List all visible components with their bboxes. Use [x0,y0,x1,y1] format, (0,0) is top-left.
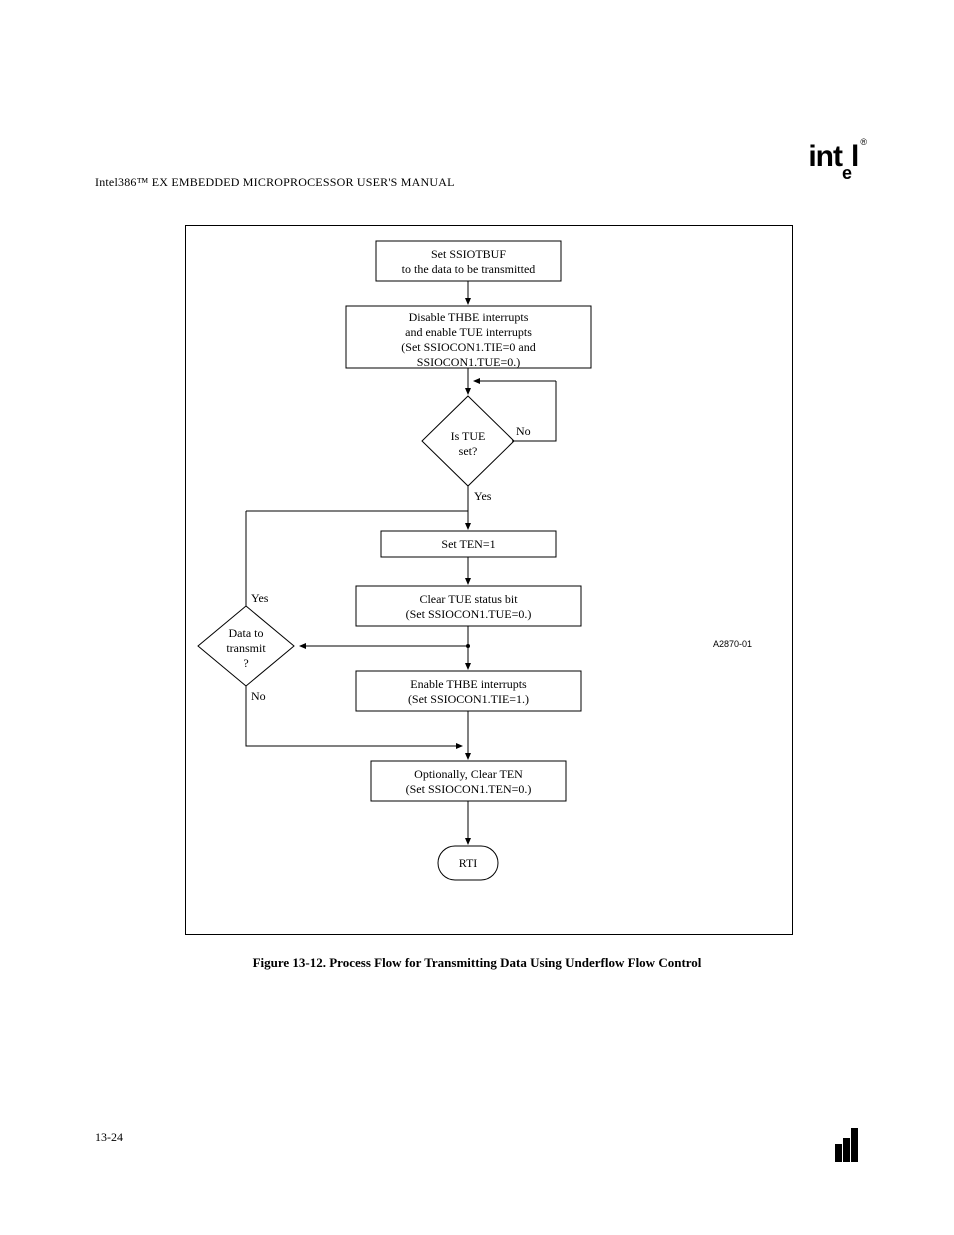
node-set-buffer: Set SSIOTBUFto the data to be transmitte… [376,247,561,277]
logo-reg: ® [860,137,866,147]
decision-tue-set: Is TUEset? [422,429,514,459]
figure-reference-id: A2870-01 [713,639,752,649]
node-clear-ten: Optionally, Clear TEN(Set SSIOCON1.TEN=0… [371,767,566,797]
footer-mark-icon [835,1128,859,1162]
logo-text-3: l [851,140,858,173]
label-yes-2: Yes [251,591,281,606]
label-yes-1: Yes [474,489,504,504]
node-enable-thbe: Enable THBE interrupts(Set SSIOCON1.TIE=… [356,677,581,707]
flowchart-frame: Set SSIOTBUFto the data to be transmitte… [185,225,793,935]
terminator-rti: RTI [438,856,498,871]
decision-data-tx: Data totransmit? [198,626,294,671]
node-disable-thbe: Disable THBE interruptsand enable TUE in… [346,310,591,370]
label-no-1: No [516,424,546,439]
page: intel® Intel386™ EX EMBEDDED MICROPROCES… [0,0,954,1235]
figure-caption: Figure 13-12. Process Flow for Transmitt… [0,955,954,971]
node-clear-tue: Clear TUE status bit(Set SSIOCON1.TUE=0.… [356,592,581,622]
logo-text-2: e [842,163,851,183]
logo-text-1: int [808,140,842,173]
intel-logo: intel® [808,140,864,178]
label-no-2: No [251,689,281,704]
page-number: 13-24 [95,1130,123,1145]
node-set-ten: Set TEN=1 [381,537,556,552]
header-section: Intel386™ EX EMBEDDED MICROPROCESSOR USE… [95,175,455,190]
